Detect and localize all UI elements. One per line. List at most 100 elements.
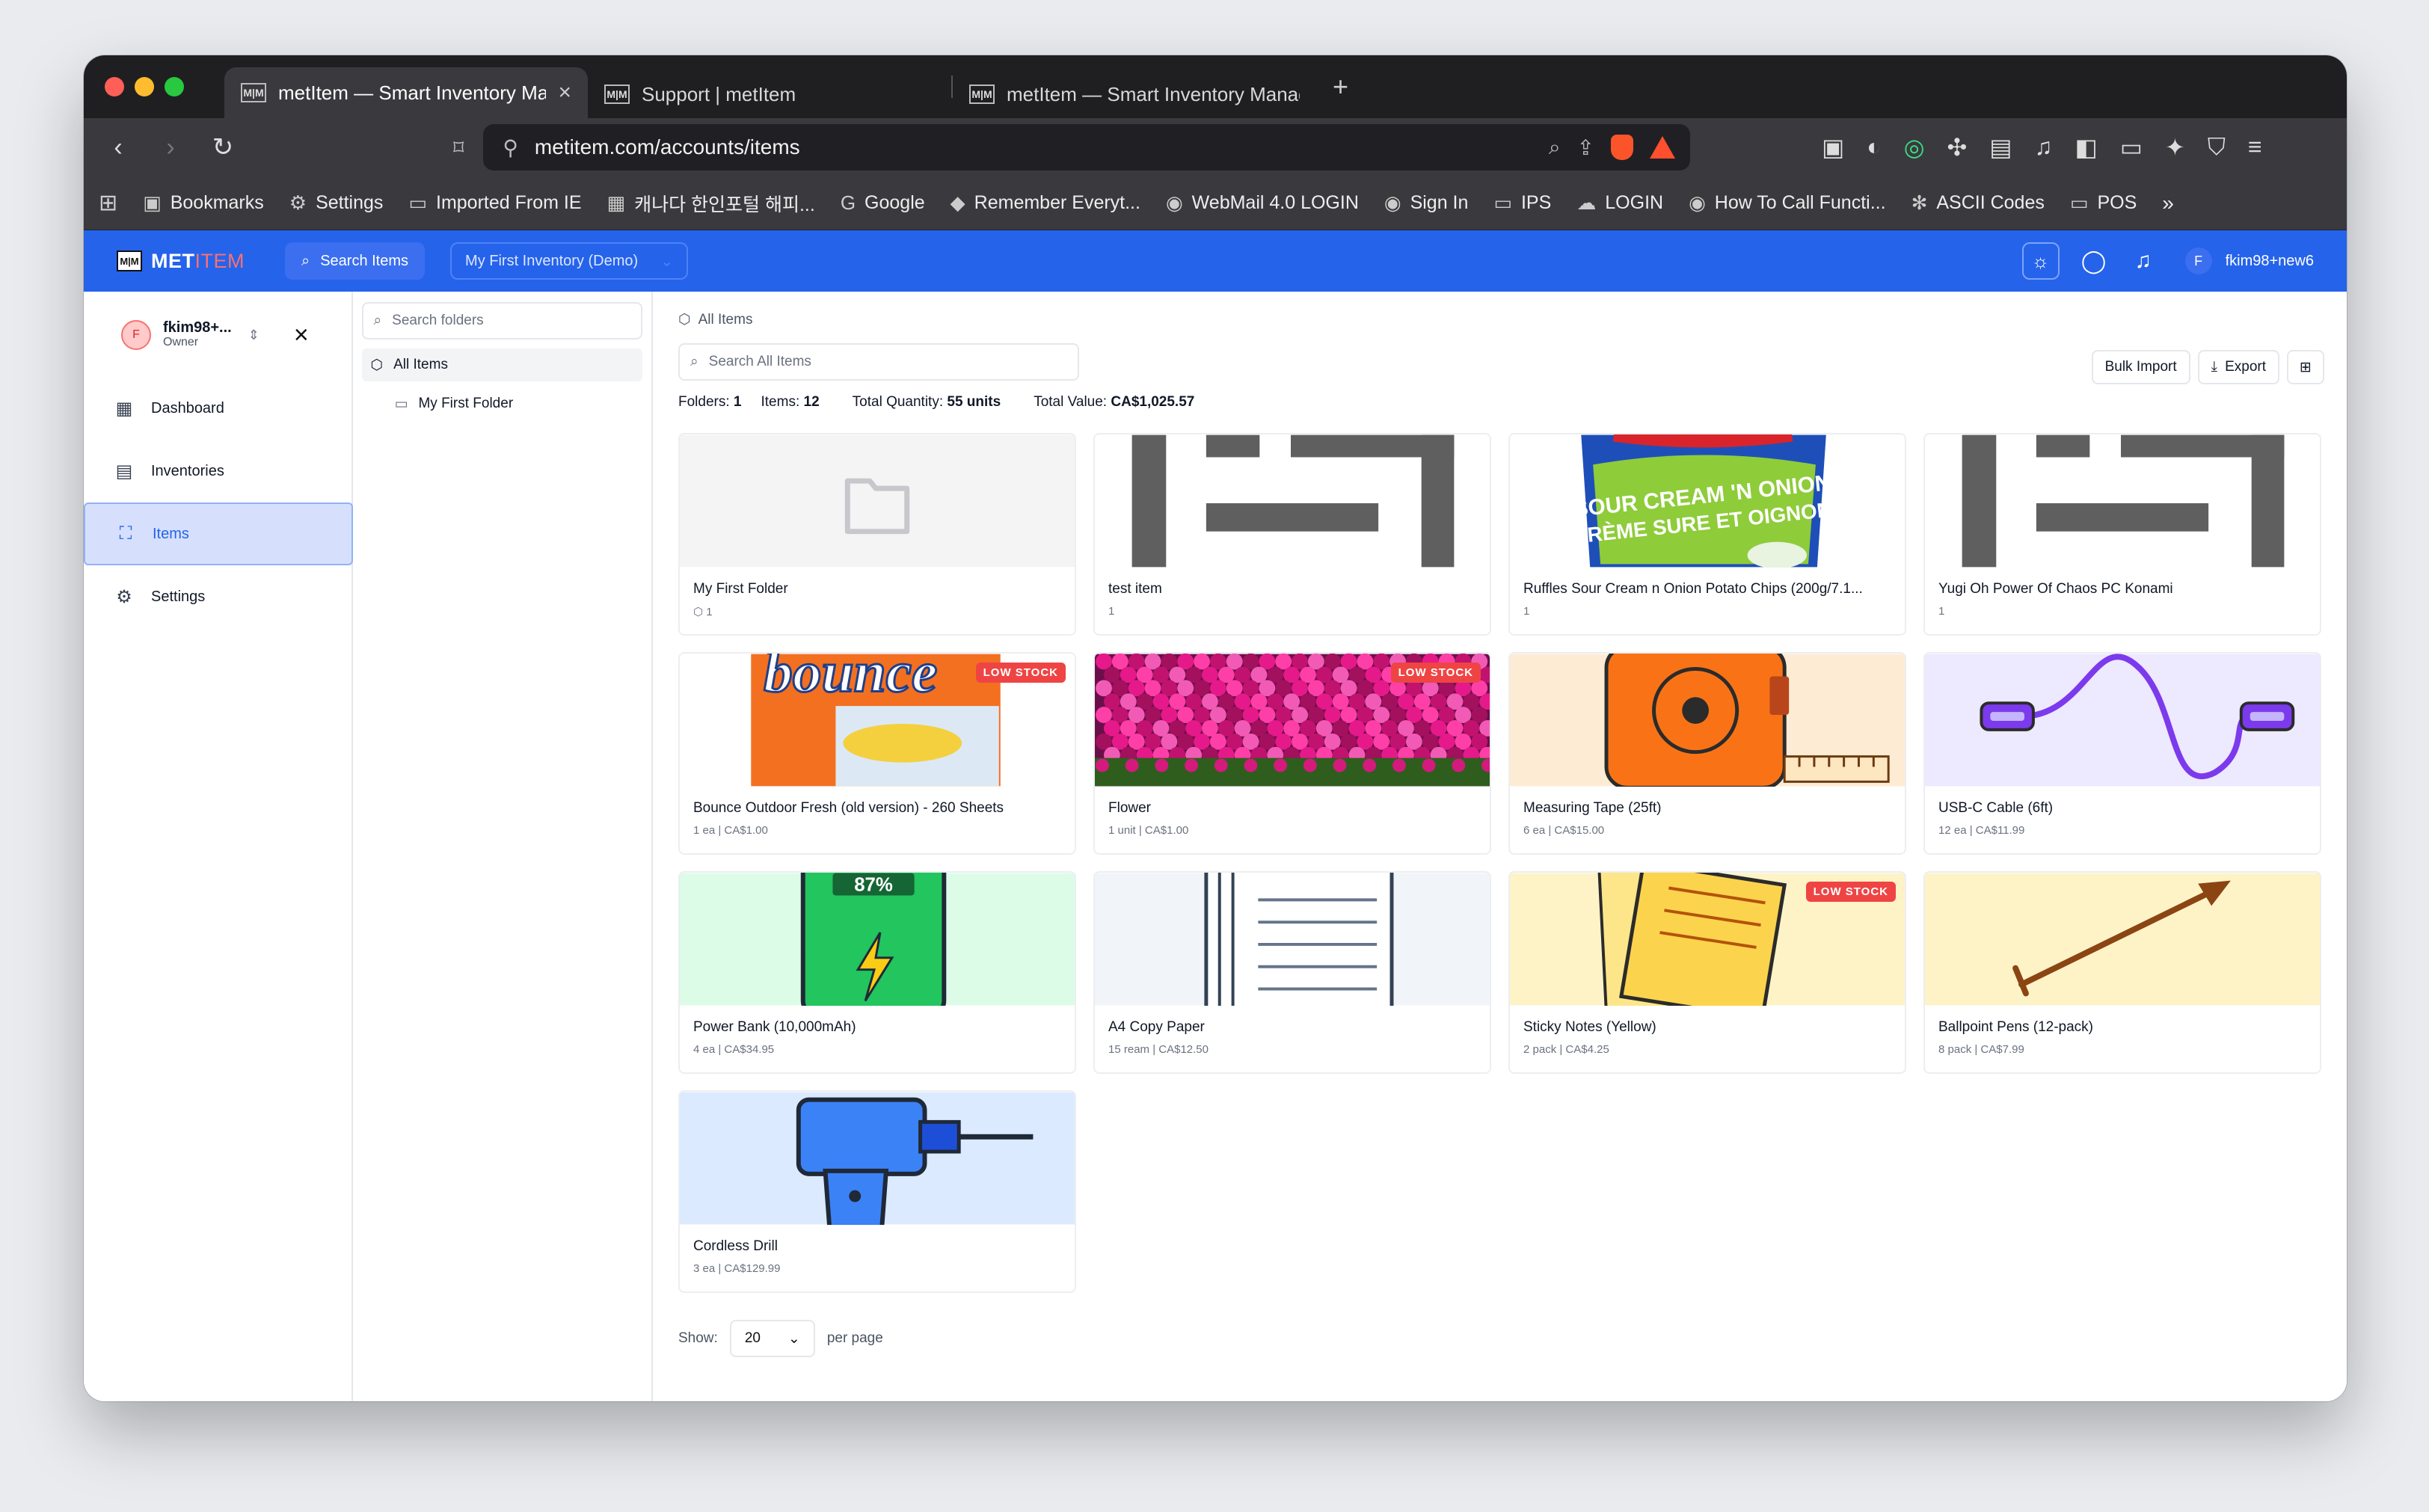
app-header: M|M METITEM ⌕ Search Items My First Inve… [84, 230, 2347, 292]
address-bar[interactable]: ⌑ ⚲ metitem.com/accounts/items ⌕ ⇪ [453, 124, 1690, 170]
grid-view-button[interactable]: ⊞ [2287, 350, 2324, 384]
chevron-updown-icon[interactable]: ⇕ [248, 328, 260, 343]
bookmark-item[interactable]: G Google [841, 191, 925, 215]
bookmark-label: Imported From IE [436, 192, 582, 213]
item-card[interactable]: USB-C Cable (6ft) 12 ea | CA$11.99 [1923, 652, 2321, 855]
logo-text[interactable]: METITEM [151, 250, 245, 273]
item-meta-text: 1 [1523, 605, 1530, 618]
cube-icon: ⬡ [678, 312, 691, 328]
folder-card[interactable]: My First Folder ⬡ 1 [678, 433, 1076, 636]
back-icon[interactable]: ‹ [102, 133, 135, 162]
wallet-icon[interactable]: ▭ [2120, 133, 2143, 162]
bookmark-item[interactable]: ▦ 캐나다 한인포털 해피... [607, 190, 815, 217]
site-settings-icon[interactable]: ⚲ [503, 135, 518, 160]
account-switcher[interactable]: F fkim98+... Owner ⇕ × [84, 314, 351, 356]
bookmark-item[interactable]: ◉ How To Call Functi... [1689, 191, 1885, 215]
item-meta-text: 3 ea | CA$129.99 [693, 1262, 781, 1275]
new-tab-button[interactable]: + [1333, 71, 1348, 102]
browser-tab[interactable]: M|M metItem — Smart Inventory Management [953, 70, 1316, 118]
bookmark-page-icon[interactable]: ⌑ [453, 135, 464, 160]
bookmark-item[interactable]: ◉ Sign In [1384, 191, 1469, 215]
export-label: Export [2225, 359, 2266, 375]
bookmark-item[interactable]: ☁ LOGIN [1576, 191, 1663, 215]
per-page-select[interactable]: 20 ⌄ [729, 1320, 815, 1357]
item-card[interactable]: Ballpoint Pens (12-pack) 8 pack | CA$7.99 [1923, 871, 2321, 1074]
item-card[interactable]: SOUR CREAM 'N ONION CRÈME SURE ET OIGNON R… [1508, 433, 1906, 636]
puzzle-icon[interactable]: ✣ [1947, 133, 1967, 162]
item-card[interactable]: Measuring Tape (25ft) 6 ea | CA$15.00 [1508, 652, 1906, 855]
logo-text-b: ITEM [194, 249, 245, 272]
zoom-icon[interactable]: ⌕ [1549, 135, 1561, 160]
cloud-icon: ☁ [1576, 191, 1597, 214]
item-meta-text: 4 ea | CA$34.95 [693, 1043, 775, 1056]
sidebar-item-inventories[interactable]: ▤ Inventories [84, 440, 351, 503]
chevron-down-icon: ⌄ [787, 1330, 800, 1347]
brave-rewards-icon[interactable] [1650, 136, 1675, 159]
item-card[interactable]: Yugi Oh Power Of Chaos PC Konami 1 [1923, 433, 2321, 636]
reload-icon[interactable]: ↻ [206, 132, 239, 162]
bell-icon[interactable]: ♫ [2128, 248, 2158, 274]
bookmark-item[interactable]: ✻ ASCII Codes [1911, 191, 2045, 215]
chat-icon[interactable]: ◯ [2079, 248, 2109, 274]
item-card[interactable]: A4 Copy Paper 15 ream | CA$12.50 [1093, 871, 1491, 1074]
item-card[interactable]: 87% Power Bank (10,000mAh) 4 ea | CA$34.95 [678, 871, 1076, 1074]
bookmark-label: Settings [316, 192, 384, 213]
brave-shields-icon[interactable] [1611, 135, 1633, 160]
inventory-select[interactable]: My First Inventory (Demo) ⌄ [450, 242, 689, 280]
theme-toggle-button[interactable]: ☼ [2021, 242, 2060, 280]
browser-tab[interactable]: M|M Support | metItem [588, 70, 951, 118]
item-meta: 3 ea | CA$129.99 [693, 1262, 1075, 1275]
sidebar-item-dashboard[interactable]: ▦ Dashboard [84, 377, 351, 440]
folder-search-input[interactable]: ⌕ Search folders [361, 302, 642, 339]
minimize-window-button[interactable] [135, 77, 154, 96]
bookmark-item[interactable]: ▣ Bookmarks [143, 191, 264, 215]
more-bookmarks-icon[interactable]: » [2162, 191, 2174, 215]
bookmark-item[interactable]: ⚙ Settings [289, 191, 384, 215]
url-text[interactable]: metitem.com/accounts/items [535, 135, 1532, 159]
user-menu[interactable]: F fkim98+new6 [2184, 248, 2314, 274]
vpn-icon[interactable]: ⛉ [2208, 133, 2226, 162]
folder-my-first-folder[interactable]: ▭ My First Folder [362, 387, 642, 420]
forward-icon[interactable]: › [154, 133, 187, 162]
extension-icon[interactable]: ◐ [1867, 133, 1881, 162]
item-meta: 12 ea | CA$11.99 [1938, 824, 2320, 837]
browser-tab[interactable]: M|M metItem — Smart Inventory Management × [224, 67, 588, 118]
extension-green-icon[interactable]: ◎ [1904, 133, 1925, 162]
item-card[interactable]: Cordless Drill 3 ea | CA$129.99 [678, 1090, 1076, 1293]
sidebar-item-settings[interactable]: ⚙ Settings [84, 565, 351, 628]
avatar: F [2184, 248, 2212, 274]
bookmark-item[interactable]: ▭ POS [2070, 191, 2137, 215]
music-icon[interactable]: ♫ [2035, 133, 2053, 162]
breadcrumb-current[interactable]: All Items [698, 312, 753, 328]
pagination: Show: 20 ⌄ per page [678, 1320, 2321, 1357]
close-window-button[interactable] [105, 77, 124, 96]
share-icon[interactable]: ⇪ [1577, 135, 1594, 160]
item-card[interactable]: bounce LOW STOCK Bounce Outdoor Fresh (old… [678, 652, 1076, 855]
tabs: M|M metItem — Smart Inventory Management ×… [224, 55, 1316, 118]
bookmark-item[interactable]: ◆ Remember Everyt... [951, 191, 1140, 215]
summary-stats: Folders: 1 Items: 12 Total Quantity: 55 … [678, 394, 2321, 411]
sidebar-toggle-icon[interactable]: ◧ [2075, 133, 2098, 162]
reader-icon[interactable]: ▤ [1989, 133, 2012, 162]
close-icon[interactable]: × [294, 321, 309, 350]
media-icon[interactable]: ▣ [1822, 133, 1844, 162]
menu-icon[interactable]: ≡ [2248, 133, 2262, 162]
item-thumbnail [1925, 654, 2320, 787]
export-button[interactable]: ⤓ Export [2197, 350, 2279, 384]
bookmark-item[interactable]: ◉ WebMail 4.0 LOGIN [1166, 191, 1359, 215]
apps-grid-icon[interactable]: ⊞ [99, 190, 117, 216]
item-card[interactable]: test item 1 [1093, 433, 1491, 636]
evernote-icon: ◆ [950, 191, 965, 214]
maximize-window-button[interactable] [165, 77, 184, 96]
folder-all-items[interactable]: ⬡ All Items [361, 348, 642, 381]
items-search-input[interactable]: ⌕ Search All Items [678, 343, 1079, 381]
bulk-import-button[interactable]: Bulk Import [2091, 350, 2190, 384]
bookmark-item[interactable]: ▭ Imported From IE [408, 191, 581, 215]
bookmark-item[interactable]: ▭ IPS [1493, 191, 1551, 215]
sidebar-item-items[interactable]: ⛶ Items [84, 503, 353, 565]
leo-icon[interactable]: ✦ [2165, 133, 2185, 162]
header-search-button[interactable]: ⌕ Search Items [285, 242, 426, 280]
item-card[interactable]: LOW STOCK Flower 1 unit | CA$1.00 [1093, 652, 1491, 855]
item-card[interactable]: LOW STOCK Sticky Notes (Yellow) 2 pack | C… [1508, 871, 1906, 1074]
close-tab-icon[interactable]: × [558, 80, 571, 105]
